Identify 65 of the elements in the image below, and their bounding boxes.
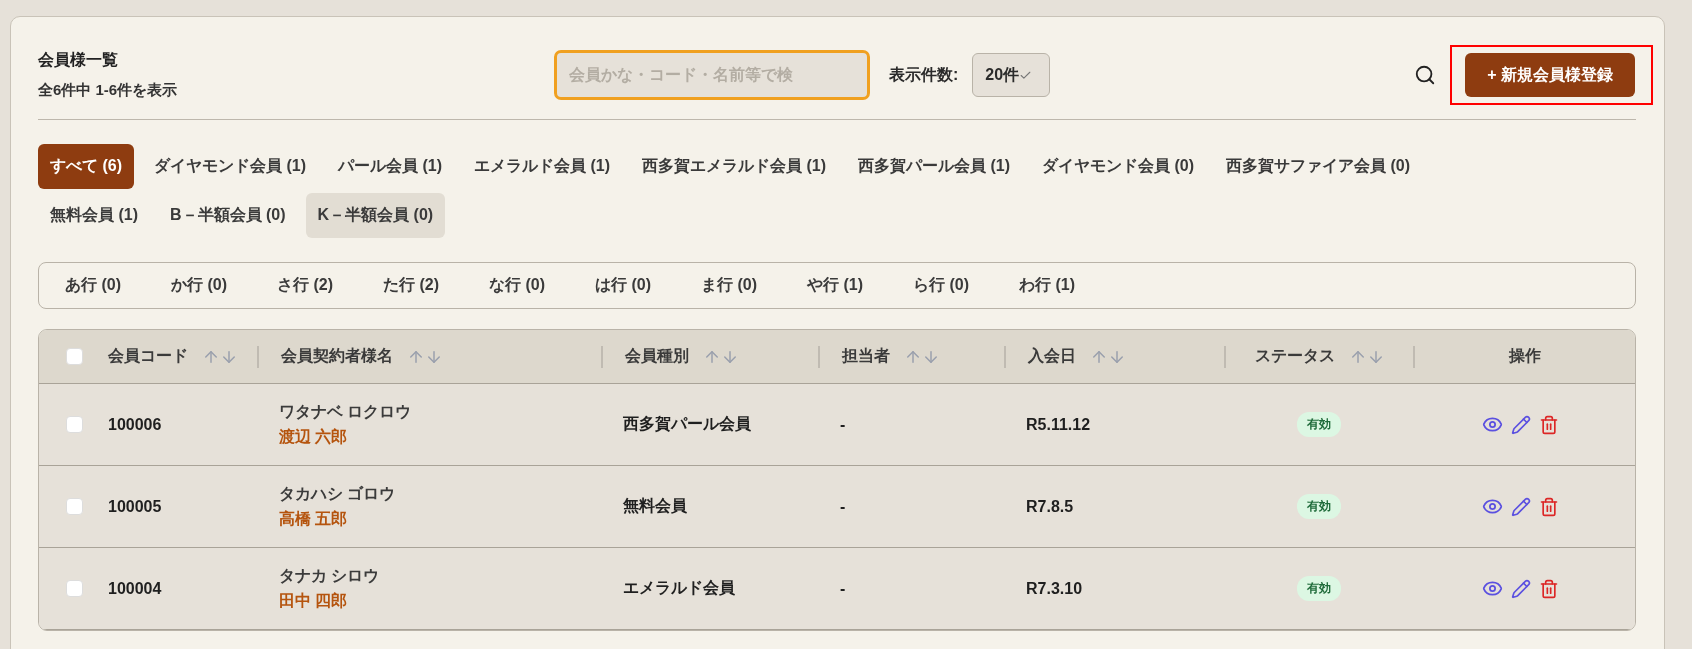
category-tab[interactable]: エメラルド会員 (1) (462, 144, 622, 189)
edit-icon[interactable] (1510, 414, 1531, 435)
kana-tab[interactable]: や行 (1) (795, 275, 875, 296)
edit-icon[interactable] (1510, 496, 1531, 517)
member-kana-name: タカハシ ゴロウ (279, 483, 396, 504)
column-header[interactable]: 会員種別 (625, 346, 739, 367)
member-kana-name: タナカ シロウ (279, 565, 380, 586)
member-code: 100006 (107, 415, 162, 434)
category-tab[interactable]: すべて (6) (38, 144, 134, 189)
page-size-label: 表示件数: (889, 64, 959, 85)
status-badge: 有効 (1296, 494, 1341, 519)
delete-icon[interactable] (1538, 414, 1559, 435)
member-type: 無料会員 (622, 496, 687, 516)
member-type: エメラルド会員 (622, 578, 735, 598)
staff-name: - (839, 579, 846, 598)
delete-icon[interactable] (1538, 496, 1559, 517)
status-badge: 有効 (1296, 412, 1341, 437)
kana-tab[interactable]: た行 (2) (371, 275, 451, 296)
member-name: 田中 四郎 (279, 590, 349, 611)
category-tab[interactable]: 西多賀パール会員 (1) (846, 144, 1022, 189)
page-size-select[interactable]: 20件 (972, 53, 1051, 97)
staff-name: - (839, 415, 846, 434)
column-header[interactable]: ステータス (1254, 346, 1385, 367)
staff-name: - (839, 497, 846, 516)
column-header: 操作 (1509, 346, 1541, 366)
kana-tab[interactable]: わ行 (1) (1007, 275, 1087, 296)
category-tab[interactable]: B－半額会員 (0) (158, 193, 298, 238)
category-tab[interactable]: パール会員 (1) (326, 144, 454, 189)
member-name: 渡辺 六郎 (279, 426, 349, 447)
column-header[interactable]: 担当者 (842, 346, 940, 367)
category-tab[interactable]: ダイヤモンド会員 (1) (142, 144, 318, 189)
delete-icon[interactable] (1538, 578, 1559, 599)
category-tab[interactable]: 無料会員 (1) (38, 193, 150, 238)
kana-tab[interactable]: さ行 (2) (265, 275, 345, 296)
kana-tab[interactable]: な行 (0) (477, 275, 557, 296)
member-kana-name: ワタナベ ロクロウ (279, 401, 412, 422)
column-header[interactable]: 会員コード (108, 346, 238, 367)
row-checkbox[interactable] (66, 580, 83, 597)
member-code: 100005 (107, 497, 162, 516)
edit-icon[interactable] (1510, 578, 1531, 599)
kana-tab[interactable]: あ行 (0) (53, 275, 133, 296)
kana-tab[interactable]: ま行 (0) (689, 275, 769, 296)
category-tab[interactable]: ダイヤモンド会員 (0) (1030, 144, 1206, 189)
result-summary: 全6件中 1-6件を表示 (38, 81, 179, 100)
status-badge: 有効 (1296, 576, 1341, 601)
new-member-button[interactable]: + 新規会員様登録 (1465, 53, 1635, 97)
category-tab[interactable]: 西多賀エメラルド会員 (1) (630, 144, 838, 189)
kana-tab[interactable]: ら行 (0) (901, 275, 981, 296)
kana-tab[interactable]: か行 (0) (159, 275, 239, 296)
member-type: 西多賀パール会員 (622, 414, 751, 434)
row-checkbox[interactable] (66, 416, 83, 433)
select-all-checkbox[interactable] (66, 348, 83, 365)
kana-tab[interactable]: は行 (0) (583, 275, 663, 296)
category-tab[interactable]: K－半額会員 (0) (305, 193, 446, 238)
join-date: R5.11.12 (1025, 415, 1091, 434)
row-checkbox[interactable] (66, 498, 83, 515)
member-code: 100004 (107, 579, 162, 598)
join-date: R7.3.10 (1025, 579, 1083, 598)
column-header[interactable]: 会員契約者様名 (281, 346, 443, 367)
search-button[interactable] (1414, 64, 1437, 86)
join-date: R7.8.5 (1025, 497, 1074, 516)
category-tab[interactable]: 西多賀サファイア会員 (0) (1214, 144, 1422, 189)
member-name: 高橋 五郎 (279, 508, 349, 529)
column-header[interactable]: 入会日 (1028, 346, 1126, 367)
page-title: 会員様一覧 (38, 50, 119, 70)
